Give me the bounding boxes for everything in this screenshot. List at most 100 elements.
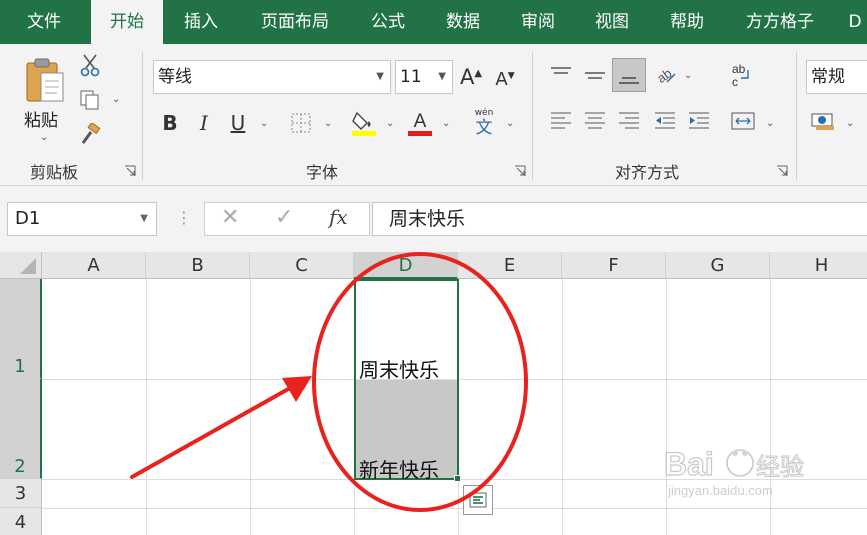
tab-page-layout[interactable]: 页面布局 [248,0,342,44]
highlight-ellipse [312,252,528,512]
font-size-value: 11 [400,67,422,87]
tab-data[interactable]: 数据 [432,0,494,44]
copy-icon [80,90,99,110]
phonetic-top-label: wén [474,108,494,118]
merge-center-button[interactable] [726,106,760,136]
align-center-button[interactable] [580,106,610,136]
name-box-value: D1 [15,208,41,229]
insert-function-icon[interactable]: fx [329,205,348,229]
alignment-launcher-icon[interactable] [776,165,788,177]
worksheet-grid: A B C D E F G H 1 2 3 4 周末快乐 新年快乐 Bai 经验… [0,252,867,535]
font-color-button[interactable]: A [406,108,434,138]
chevron-down-icon: ▼ [140,213,148,224]
align-left-icon [551,112,571,129]
align-top-button[interactable] [546,60,576,90]
accounting-format-button[interactable] [808,106,838,136]
border-dropdown[interactable]: ⌄ [324,118,332,129]
copy-dropdown[interactable]: ⌄ [112,94,120,105]
tab-insert[interactable]: 插入 [170,0,232,44]
tab-formulas[interactable]: 公式 [358,0,418,44]
font-group-label: 字体 [306,163,339,182]
border-icon [291,113,311,133]
tab-fangfang[interactable]: 方方格子 [732,0,828,44]
decrease-indent-button[interactable] [650,106,680,136]
tab-file[interactable]: 文件 [8,0,80,44]
alignment-group-label: 对齐方式 [615,163,680,182]
tab-view[interactable]: 视图 [582,0,642,44]
formula-buttons: ✕ ✓ fx [204,202,370,236]
align-middle-icon [585,72,605,79]
decrease-indent-icon [655,112,675,129]
formula-input[interactable]: 周末快乐 [372,202,867,236]
orientation-button[interactable]: ab [650,60,680,90]
underline-icon: U [230,111,246,135]
format-painter-button[interactable] [78,122,102,146]
decrease-font-button[interactable]: A▼ [492,64,518,94]
align-middle-button[interactable] [580,60,610,90]
currency-icon [811,113,834,130]
confirm-icon[interactable]: ✓ [275,205,293,230]
formula-bar: D1 ▼ ⋮ ✕ ✓ fx 周末快乐 [0,186,867,252]
accounting-dropdown[interactable]: ⌄ [846,118,854,129]
align-bottom-button[interactable] [612,58,646,92]
svg-text:ab: ab [732,62,746,76]
increase-indent-button[interactable] [684,106,714,136]
align-top-icon [551,67,571,74]
paintbrush-icon [81,123,101,144]
tab-help[interactable]: 帮助 [656,0,718,44]
svg-text:ab: ab [654,65,674,86]
tab-home[interactable]: 开始 [91,0,163,46]
tab-d[interactable]: D [840,0,867,44]
wrap-text-icon: ab c [732,62,749,88]
name-box[interactable]: D1 ▼ [7,202,157,236]
orientation-dropdown[interactable]: ⌄ [684,70,692,81]
menu-bar: 文件 开始 插入 页面布局 公式 数据 审阅 视图 帮助 方方格子 D [0,0,867,46]
align-bottom-icon [619,77,639,84]
wrap-text-button[interactable]: ab c [726,60,756,90]
fill-color-button[interactable] [350,108,378,138]
group-separator [796,52,797,180]
merge-cells-icon [731,112,755,130]
phonetic-icon: 文 [475,118,493,138]
font-color-dropdown[interactable]: ⌄ [442,118,450,129]
number-format-value: 常规 [811,67,845,87]
chevron-down-icon: ▼ [376,71,384,82]
italic-icon: I [200,111,208,135]
paste-button[interactable] [22,54,68,106]
underline-button[interactable]: U [226,108,250,138]
font-name-value: 等线 [158,67,192,87]
paste-dropdown[interactable]: ⌄ [40,132,48,143]
group-separator [532,52,533,180]
font-name-combo[interactable]: 等线 ▼ [153,60,391,94]
paste-label: 粘贴 [24,111,58,131]
align-right-icon [619,112,639,129]
border-button[interactable] [288,110,314,136]
annotation-layer [130,252,528,512]
decrease-font-icon: A▼ [495,68,515,90]
font-launcher-icon[interactable] [514,165,526,177]
tab-review[interactable]: 审阅 [508,0,568,44]
fill-color-dropdown[interactable]: ⌄ [386,118,394,129]
underline-dropdown[interactable]: ⌄ [260,118,268,129]
annotation-arrow-line [130,386,292,479]
increase-font-button[interactable]: A▲ [458,62,484,92]
increase-font-icon: A▲ [459,65,483,89]
cut-button[interactable] [78,52,102,78]
align-left-button[interactable] [546,106,576,136]
clipboard-launcher-icon[interactable] [124,165,136,177]
more-dots-icon[interactable]: ⋮ [176,208,192,227]
bold-button[interactable]: B [158,108,182,138]
phonetic-dropdown[interactable]: ⌄ [506,118,514,129]
phonetic-button[interactable]: wén 文 [470,106,498,140]
number-format-combo[interactable]: 常规 [806,60,867,94]
align-right-button[interactable] [614,106,644,136]
font-size-combo[interactable]: 11 ▼ [395,60,453,94]
svg-text:c: c [732,75,738,88]
merge-dropdown[interactable]: ⌄ [766,118,774,129]
font-color-icon: A [408,111,432,136]
align-center-icon [585,112,605,129]
italic-button[interactable]: I [192,108,216,138]
increase-indent-icon [689,112,709,129]
copy-button[interactable] [78,88,102,112]
cancel-icon[interactable]: ✕ [221,205,239,230]
